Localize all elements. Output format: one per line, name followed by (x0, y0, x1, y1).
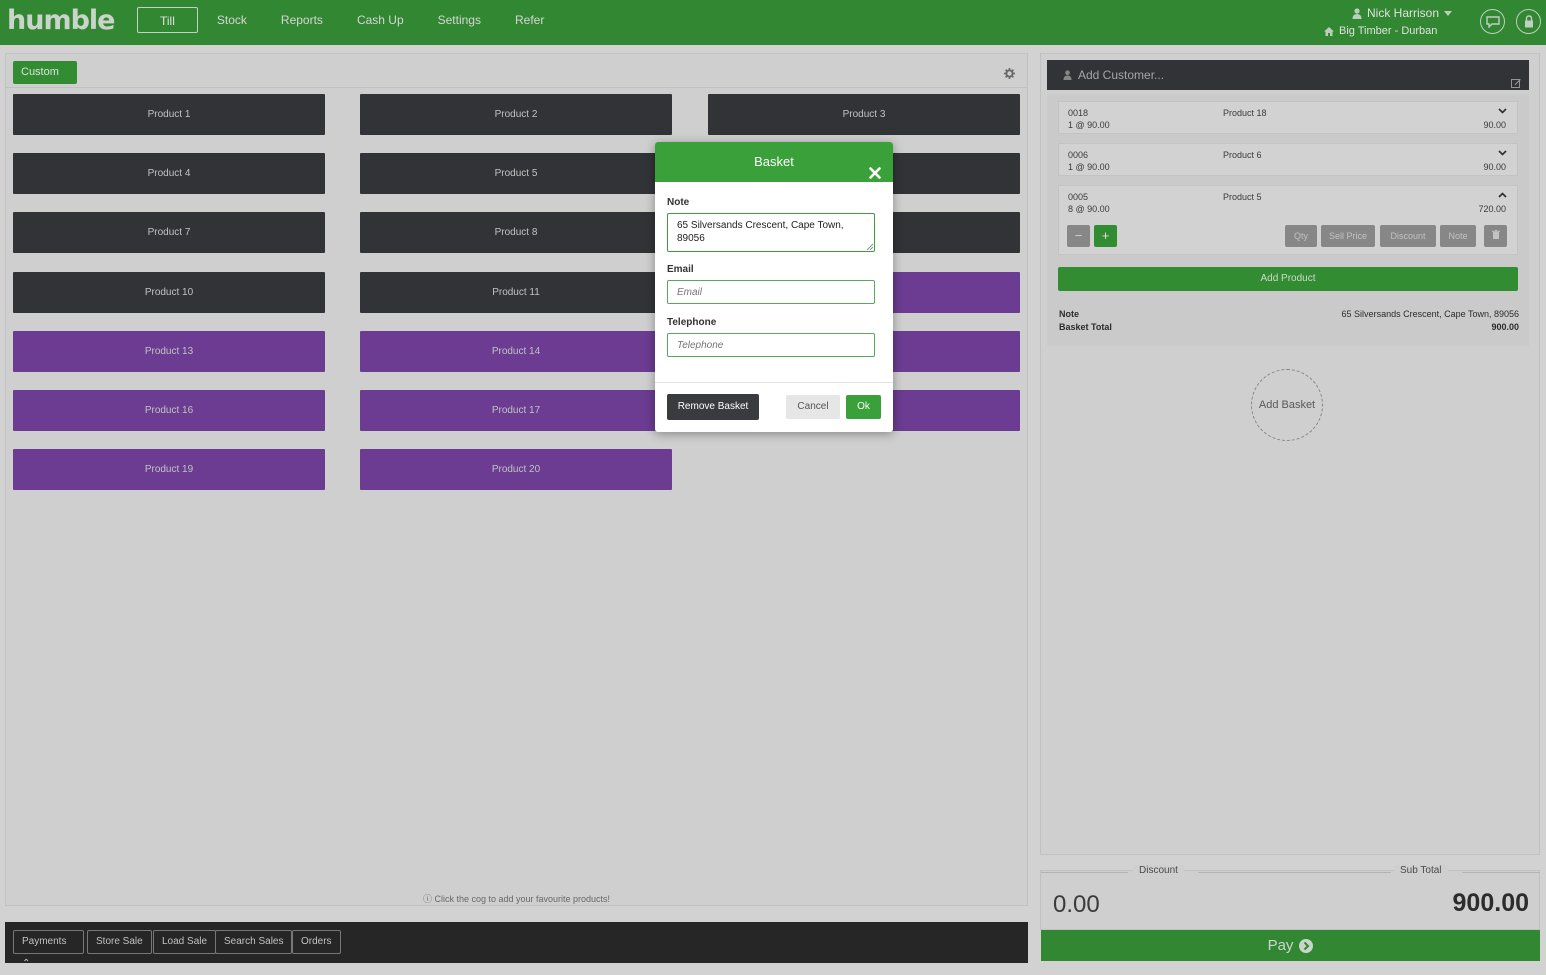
email-field[interactable] (667, 280, 875, 304)
ok-button[interactable]: Ok (846, 395, 881, 419)
remove-basket-button[interactable]: Remove Basket (667, 394, 759, 420)
note-label: Note (667, 197, 690, 208)
cancel-button[interactable]: Cancel (786, 395, 840, 419)
email-label: Email (667, 264, 694, 275)
modal-header: Basket (655, 142, 893, 182)
telephone-field[interactable] (667, 333, 875, 357)
note-textarea[interactable]: 65 Silversands Crescent, Cape Town, 8905… (667, 213, 875, 252)
close-icon[interactable] (869, 155, 881, 195)
resize-handle-icon[interactable] (866, 243, 873, 250)
note-text: 65 Silversands Crescent, Cape Town, 8905… (677, 220, 844, 244)
telephone-label: Telephone (667, 317, 717, 328)
modal-divider (655, 382, 893, 383)
basket-modal: Basket Note 65 Silversands Crescent, Cap… (655, 142, 893, 432)
modal-title: Basket (754, 154, 794, 169)
